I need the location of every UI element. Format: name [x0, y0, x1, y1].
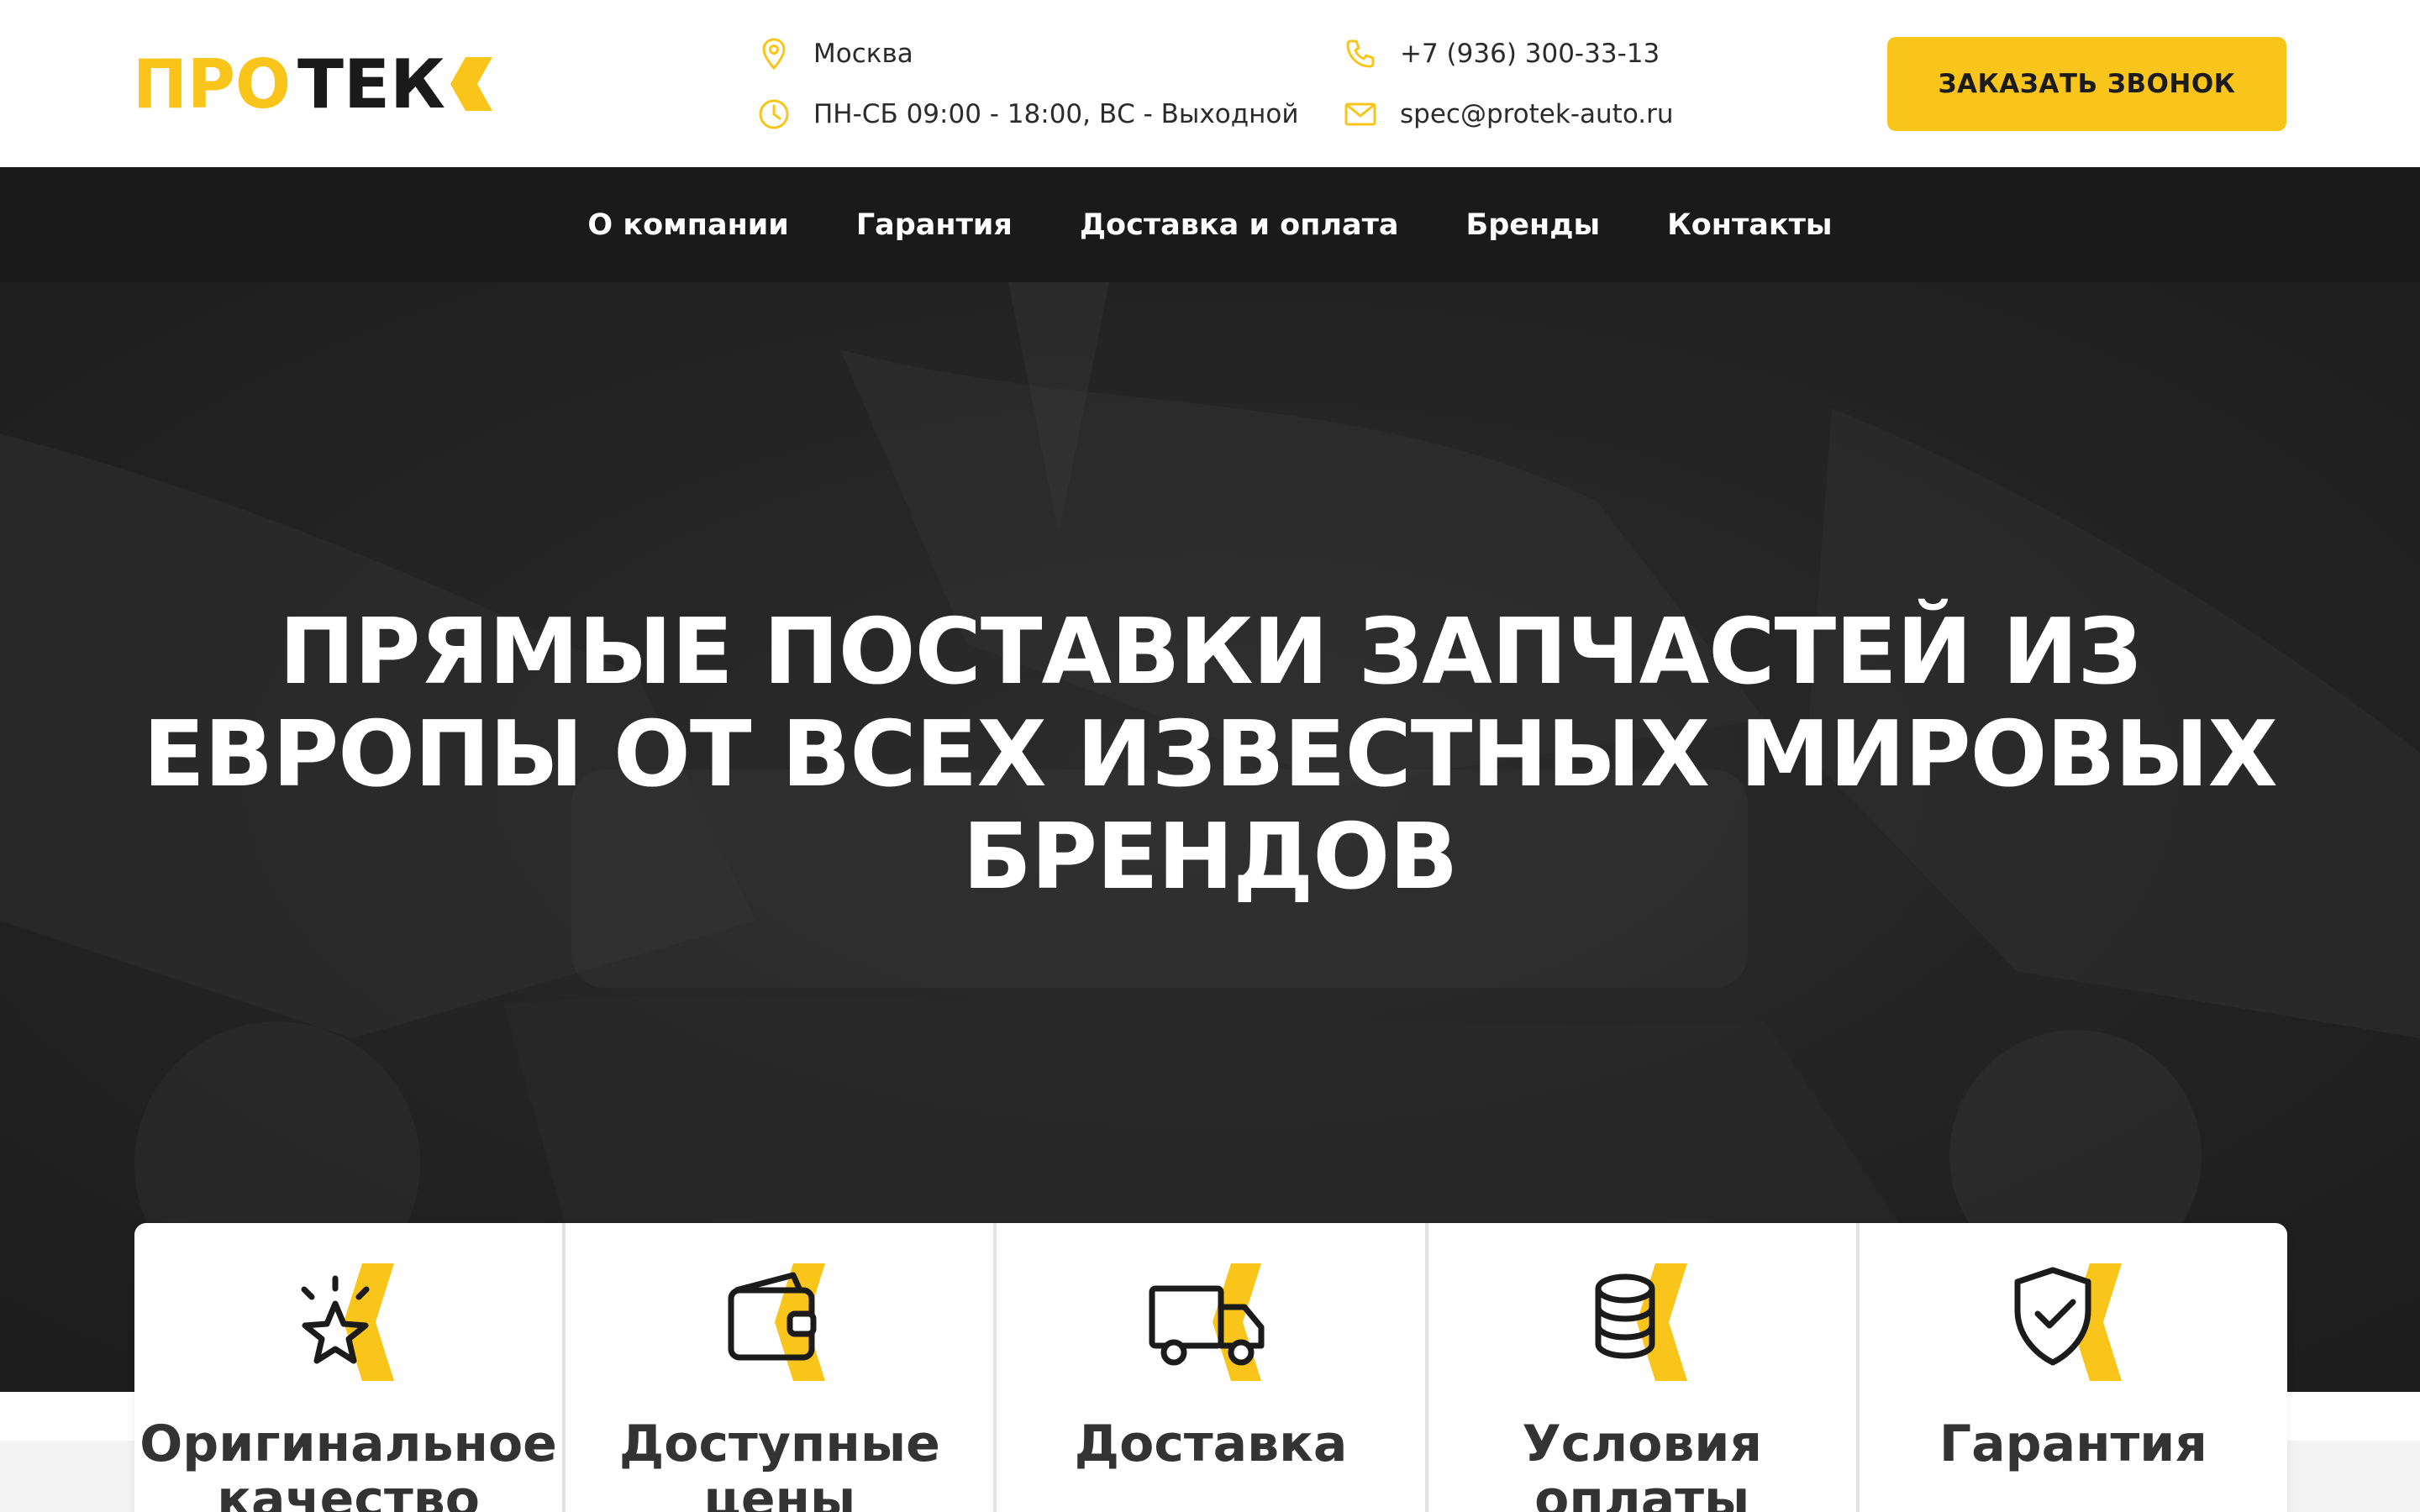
hours-text: ПН-СБ 09:00 - 18:00, ВС - Выходной [813, 99, 1299, 129]
feature-label-quality: Оригинальное качество [139, 1415, 557, 1512]
nav-list: О компании Гарантия Доставка и оплата Бр… [0, 167, 2420, 282]
hero-title: ПРЯМЫЕ ПОСТАВКИ ЗАПЧАСТЕЙ ИЗ ЕВРОПЫ ОТ В… [143, 600, 2278, 910]
feature-card-delivery[interactable]: Доставка [997, 1223, 1428, 1512]
main-nav: О компании Гарантия Доставка и оплата Бр… [0, 167, 2420, 282]
header-city: Москва [756, 33, 913, 75]
nav-item-about[interactable]: О компании [554, 208, 822, 242]
logo-text-part1: ПРО [133, 54, 291, 114]
email-text[interactable]: spec@protek-auto.ru [1400, 99, 1674, 129]
wallet-icon [713, 1263, 847, 1381]
header-email[interactable]: spec@protek-auto.ru [1343, 93, 1674, 135]
feature-label-delivery: Доставка [1074, 1415, 1348, 1473]
feature-label-prices: Доступные цены [618, 1415, 940, 1512]
coins-icon [1575, 1263, 1709, 1381]
feature-card-quality[interactable]: Оригинальное качество [134, 1223, 566, 1512]
feature-label-payment: Условия оплаты [1522, 1415, 1762, 1512]
logo[interactable]: ПРО ТЕК [133, 54, 496, 114]
logo-mark: ПРО ТЕК [133, 54, 492, 114]
nav-item-warranty[interactable]: Гарантия [823, 208, 1046, 242]
order-call-button[interactable]: ЗАКАЗАТЬ ЗВОНОК [1887, 37, 2286, 131]
logo-chevron-icon [450, 57, 492, 111]
city-text: Москва [813, 39, 913, 69]
site-header: ПРО ТЕК Москва ПН-СБ 09:00 - 18:00, ВС -… [0, 0, 2420, 167]
header-hours: ПН-СБ 09:00 - 18:00, ВС - Выходной [756, 93, 1299, 135]
feature-card-payment[interactable]: Условия оплаты [1428, 1223, 1860, 1512]
star-icon [281, 1263, 416, 1381]
truck-icon [1144, 1263, 1278, 1381]
feature-card-warranty[interactable]: Гарантия [1860, 1223, 2287, 1512]
location-pin-icon [756, 36, 792, 71]
phone-icon [1343, 36, 1378, 71]
features-panel: Оригинальное качество Доступные цены Дос… [134, 1223, 2287, 1512]
nav-item-contacts[interactable]: Контакты [1634, 208, 1865, 242]
feature-label-warranty: Гарантия [1939, 1415, 2207, 1473]
phone-text[interactable]: +7 (936) 300-33-13 [1400, 39, 1660, 69]
logo-text-part2: ТЕК [297, 54, 445, 114]
shield-check-icon [2006, 1263, 2140, 1381]
feature-card-prices[interactable]: Доступные цены [566, 1223, 997, 1512]
clock-icon [756, 97, 792, 132]
nav-item-brands[interactable]: Бренды [1433, 208, 1634, 242]
mail-icon [1343, 97, 1378, 132]
header-phone[interactable]: +7 (936) 300-33-13 [1343, 33, 1660, 75]
nav-item-delivery-payment[interactable]: Доставка и оплата [1046, 208, 1433, 242]
